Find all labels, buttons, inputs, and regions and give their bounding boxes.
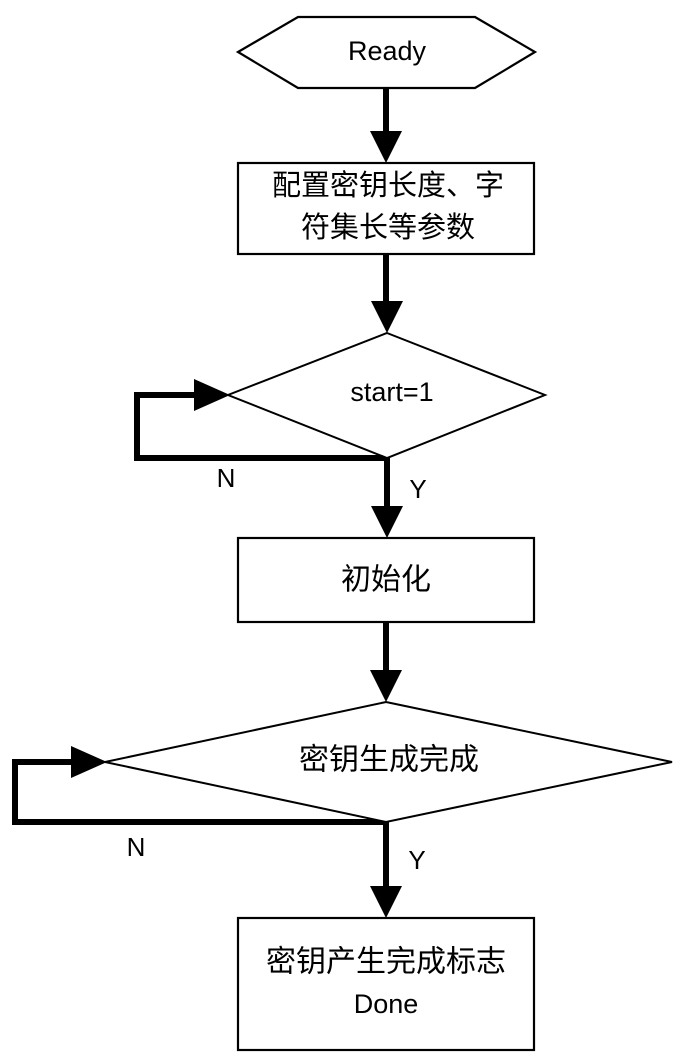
done-box-shape	[236, 916, 536, 1052]
node-config-params[interactable]: 配置密钥长度、字 符集长等参数	[236, 161, 536, 256]
edge-label-start-no: N	[217, 463, 236, 493]
config-params-label-line2: 符集长等参数	[301, 210, 475, 244]
start-check-label: start=1	[350, 377, 433, 407]
done-label-line1: 密钥产生完成标志	[266, 945, 506, 980]
node-done[interactable]: 密钥产生完成标志 Done	[236, 916, 536, 1052]
init-label: 初始化	[341, 563, 431, 598]
edge-label-keygen-yes: Y	[408, 845, 425, 875]
ready-label: Ready	[348, 36, 427, 66]
done-label-line2: Done	[354, 989, 419, 1019]
flowchart-diagram: Ready 配置密钥长度、字 符集长等参数 start=1 N Y 初始化 密钥…	[0, 0, 686, 1061]
flowchart-canvas: Ready 配置密钥长度、字 符集长等参数 start=1 N Y 初始化 密钥…	[12, 15, 673, 1052]
connector-ready-to-config	[370, 88, 402, 163]
node-keygen-check[interactable]: 密钥生成完成	[104, 700, 673, 824]
connector-config-to-startcheck	[371, 254, 403, 333]
node-init[interactable]: 初始化	[236, 536, 536, 624]
connector-keygencheck-yes	[370, 822, 402, 918]
node-start-check[interactable]: start=1	[225, 331, 548, 460]
keygen-check-label: 密钥生成完成	[299, 743, 479, 778]
config-params-label-line1: 配置密钥长度、字	[272, 168, 504, 202]
connector-init-to-keygencheck	[370, 622, 402, 702]
edge-label-keygen-no: N	[127, 832, 146, 862]
edge-label-start-yes: Y	[409, 474, 426, 504]
connector-startcheck-yes	[371, 458, 403, 538]
node-ready[interactable]: Ready	[235, 15, 538, 90]
